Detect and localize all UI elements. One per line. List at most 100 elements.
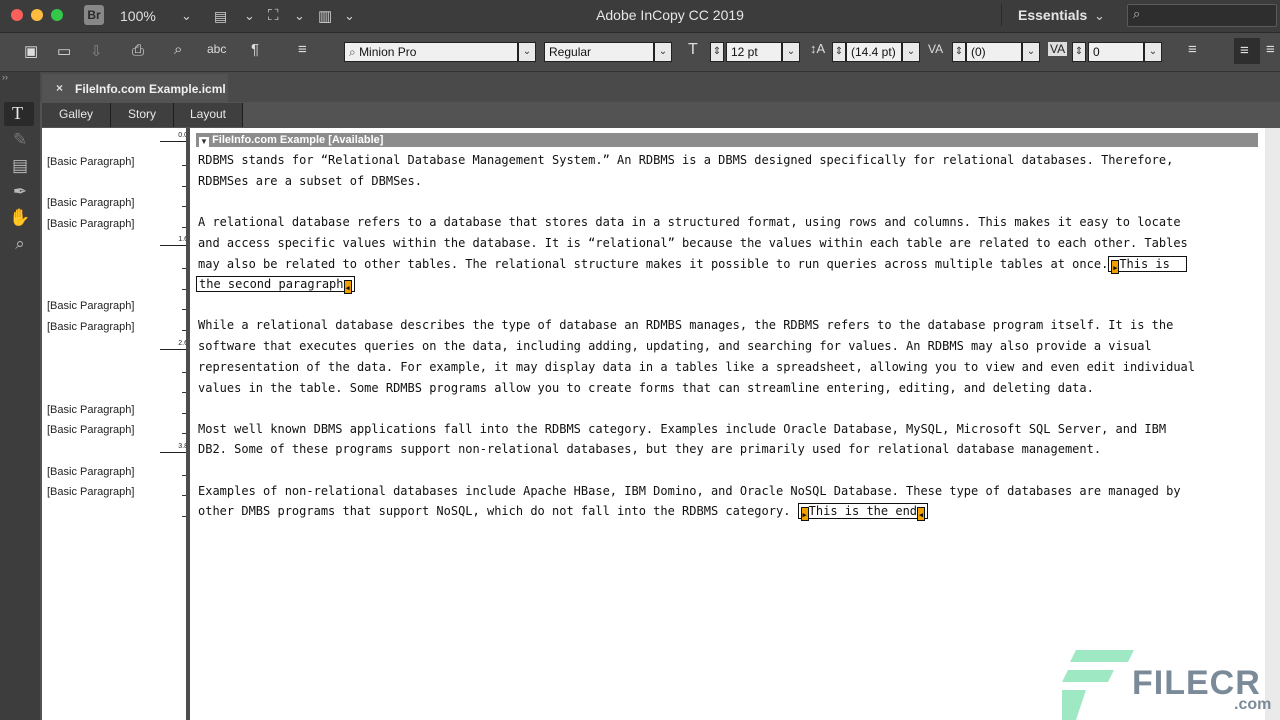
tracking-field[interactable]: 0 xyxy=(1088,42,1144,62)
arrange-documents-icon[interactable]: ▥ xyxy=(318,7,332,25)
find-icon[interactable]: ⌕ xyxy=(174,41,182,58)
watermark-suffix: .com xyxy=(1234,696,1272,713)
chevron-down-icon[interactable]: ⌄ xyxy=(1144,42,1162,62)
inline-note[interactable]: ▶ This is xyxy=(1108,256,1188,274)
chevron-down-icon[interactable]: ⌄ xyxy=(654,42,672,62)
text-line: representation of the data. For example,… xyxy=(198,360,1195,374)
document-tab-title: FileInfo.com Example.icml xyxy=(75,82,226,96)
spell-check-icon[interactable]: abc xyxy=(207,42,226,56)
paragraph-style-label[interactable]: [Basic Paragraph] xyxy=(47,156,134,168)
depth-marker: 3.8 xyxy=(160,443,188,453)
document-tab[interactable]: × FileInfo.com Example.icml xyxy=(42,74,228,102)
kerning-field[interactable]: (0) xyxy=(966,42,1022,62)
text-line: While a relational database describes th… xyxy=(198,318,1174,332)
depth-marker: 2.6 xyxy=(160,340,188,350)
stepper-icon[interactable]: ⇕ xyxy=(710,42,724,62)
tools-panel: ›› T ✎ ▤ ✒ ✋ ⌕ xyxy=(0,72,40,720)
note-tool-icon[interactable]: ✎ xyxy=(8,130,32,150)
font-style-field[interactable]: Regular xyxy=(544,42,654,62)
text-line: software that executes queries on the da… xyxy=(198,339,1152,353)
paragraph-style-label[interactable]: [Basic Paragraph] xyxy=(47,486,134,498)
text-line: values in the table. Some RDMBS programs… xyxy=(198,381,1094,395)
chevron-down-icon[interactable]: ⌄ xyxy=(244,8,255,24)
workspace-switcher[interactable]: Essentials xyxy=(1018,7,1087,23)
search-input[interactable]: ⌕ xyxy=(1127,4,1277,27)
save-icon[interactable]: ⇩ xyxy=(90,42,103,60)
text-line: Most well known DBMS applications fall i… xyxy=(198,422,1167,436)
zoom-level[interactable]: 100% xyxy=(120,8,156,24)
story-title: FileInfo.com Example [Available] xyxy=(212,134,384,146)
paragraph-style-label[interactable]: [Basic Paragraph] xyxy=(47,466,134,478)
chevron-down-icon[interactable]: ⌄ xyxy=(344,8,355,24)
screen-mode-icon[interactable]: ⛶ xyxy=(268,7,279,24)
text-line: the second paragraph ◀ xyxy=(196,276,355,294)
collapse-panel-icon[interactable]: ›› xyxy=(2,72,8,82)
text-line: Examples of non-relational databases inc… xyxy=(198,484,1181,498)
print-icon[interactable]: ⎙ xyxy=(132,42,144,59)
view-options-icon[interactable]: ▤ xyxy=(214,8,227,25)
text-line: and access specific values within the da… xyxy=(198,236,1188,250)
paragraph-style-label[interactable]: [Basic Paragraph] xyxy=(47,321,134,333)
paragraph-style-label[interactable]: [Basic Paragraph] xyxy=(47,218,134,230)
inline-note[interactable]: ▶ This is the end ◀ xyxy=(797,503,929,521)
chevron-down-icon[interactable]: ⌄ xyxy=(782,42,800,62)
chevron-down-icon[interactable]: ⌄ xyxy=(1094,8,1105,24)
type-tool-icon: T xyxy=(12,103,23,123)
story-header[interactable]: ▼ FileInfo.com Example [Available] xyxy=(196,133,1258,147)
paragraph-style-label[interactable]: [Basic Paragraph] xyxy=(47,404,134,416)
tab-story[interactable]: Story xyxy=(111,103,174,127)
chevron-down-icon[interactable]: ⌄ xyxy=(518,42,536,62)
font-size-field[interactable]: 12 pt xyxy=(726,42,782,62)
hand-tool-icon[interactable]: ✋ xyxy=(8,208,32,228)
tab-layout[interactable]: Layout xyxy=(174,103,243,127)
close-tab-icon[interactable]: × xyxy=(56,81,63,95)
align-center-icon[interactable]: ≡ xyxy=(1266,41,1275,58)
stepper-icon[interactable]: ⇕ xyxy=(832,42,846,62)
divider xyxy=(1001,4,1002,26)
leading-field[interactable]: (14.4 pt) xyxy=(846,42,902,62)
align-left-icon: ≡ xyxy=(1240,42,1249,59)
galley-text-area[interactable]: ▼ FileInfo.com Example [Available] RDBMS… xyxy=(190,128,1265,720)
notes-icon[interactable]: ▤ xyxy=(8,156,32,176)
collapse-triangle-icon[interactable]: ▼ xyxy=(199,137,209,147)
menu-icon[interactable]: ≡ xyxy=(298,41,307,58)
font-family-field[interactable]: ⌕ Minion Pro xyxy=(344,42,518,62)
depth-marker: 0.0 xyxy=(160,132,188,142)
maximize-window-button[interactable] xyxy=(51,9,63,21)
open-folder-icon[interactable]: ▭ xyxy=(57,42,71,60)
text-line: RDBMSes are a subset of DBMSes. xyxy=(198,174,422,188)
chevron-down-icon[interactable]: ⌄ xyxy=(294,8,305,24)
new-note-icon[interactable]: ▣ xyxy=(24,42,38,60)
minimize-window-button[interactable] xyxy=(31,9,43,21)
tab-galley[interactable]: Galley xyxy=(42,103,111,127)
align-left-button[interactable]: ≡ xyxy=(1234,38,1260,64)
control-toolbar: ▣ ▭ ⇩ ⎙ ⌕ abc ¶ ≡ ⌕ Minion Pro ⌄ Regular… xyxy=(0,33,1280,72)
tracking-icon: VA xyxy=(1048,42,1068,56)
kerning-icon: VA xyxy=(928,42,944,56)
text-line: DB2. Some of these programs support non-… xyxy=(198,442,1102,456)
chevron-down-icon[interactable]: ⌄ xyxy=(181,8,192,24)
paragraph-style-label[interactable]: [Basic Paragraph] xyxy=(47,300,134,312)
vertical-scrollbar[interactable] xyxy=(1265,128,1280,720)
paragraph-style-label[interactable]: [Basic Paragraph] xyxy=(47,424,134,436)
depth-marker: 1.6 xyxy=(160,236,188,246)
text-segment: may also be related to other tables. The… xyxy=(198,257,1109,271)
zoom-tool-icon[interactable]: ⌕ xyxy=(8,234,32,254)
note-text: This is xyxy=(1119,257,1170,271)
chevron-down-icon[interactable]: ⌄ xyxy=(1022,42,1040,62)
chevron-down-icon[interactable]: ⌄ xyxy=(902,42,920,62)
text-line: may also be related to other tables. The… xyxy=(198,256,1188,274)
type-tool[interactable]: T xyxy=(4,102,34,126)
inline-note-continued[interactable]: the second paragraph ◀ xyxy=(196,276,355,294)
pilcrow-icon[interactable]: ¶ xyxy=(251,41,259,58)
bridge-icon[interactable]: Br xyxy=(84,5,104,25)
paragraph-style-column: 0.0 [Basic Paragraph] [Basic Paragraph] … xyxy=(42,128,188,720)
close-window-button[interactable] xyxy=(11,9,23,21)
eyedropper-icon[interactable]: ✒ xyxy=(8,182,32,202)
stepper-icon[interactable]: ⇕ xyxy=(952,42,966,62)
panel-menu-icon[interactable]: ≡ xyxy=(1188,41,1197,58)
note-text: This is the end xyxy=(808,504,918,518)
paragraph-style-label[interactable]: [Basic Paragraph] xyxy=(47,197,134,209)
note-end-marker-icon: ◀ xyxy=(343,280,352,294)
stepper-icon[interactable]: ⇕ xyxy=(1072,42,1086,62)
